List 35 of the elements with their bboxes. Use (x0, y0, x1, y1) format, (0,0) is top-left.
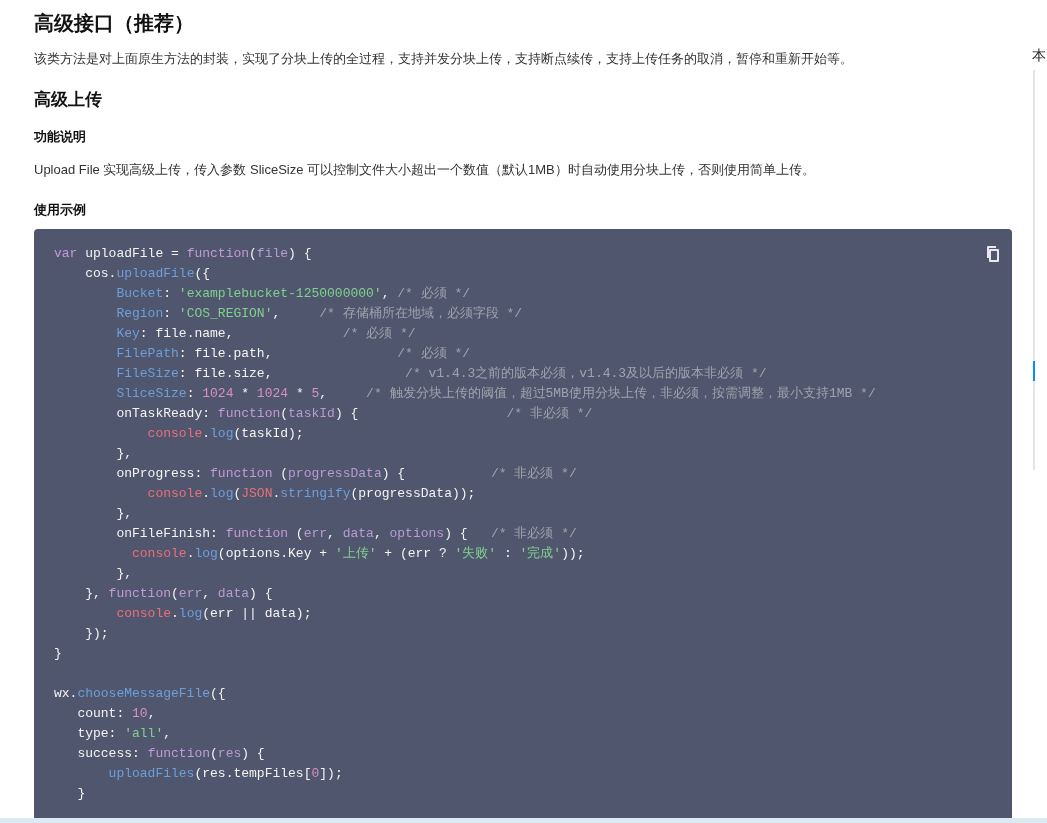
code-line: success: function(res) { (76, 745, 265, 763)
code-line: console.log(taskId); (146, 425, 304, 443)
code-line: FilePath: file.path, /* 必须 */ (115, 345, 471, 363)
section-heading: 高级上传 (34, 89, 103, 111)
page-heading: 高级接口（推荐） (34, 11, 195, 36)
code-line: }); (84, 625, 109, 643)
code-line: Key: file.name, /* 必须 */ (115, 325, 416, 343)
code-line: type: 'all', (76, 725, 172, 743)
code-line: var uploadFile = function(file) { (54, 245, 312, 263)
code-line: }, (115, 505, 132, 523)
code-line: console.log(JSON.stringify(progressData)); (146, 485, 476, 503)
code-line: }, function(err, data) { (84, 585, 273, 603)
intro-paragraph: 该类方法是对上面原生方法的封装，实现了分块上传的全过程，支持并发分块上传，支持断点续传，支持上传任务的取消，暂停和重新开始等。 (34, 50, 854, 68)
code-line: onFileFinish: function (err, data, options) { /* 非必须 */ (115, 525, 577, 543)
code-line: }, (115, 445, 132, 463)
code-line: } (76, 785, 86, 803)
feature-paragraph: Upload File 实现高级上传，传入参数 SliceSize 可以控制文件大小超出一个数值（默认1MB）时自动使用分块上传，否则使用简单上传。 (34, 161, 816, 179)
subheading: 功能说明 (34, 128, 87, 146)
code-line: SliceSize: 1024 * 1024 * 5, /* 触发分块上传的阈值，超过5MB使用分块上传，非必须，按需调整，最小支持1MB */ (115, 385, 876, 403)
code-line: console.log(err || data); (115, 605, 312, 623)
code-line: onTaskReady: function(taskId) { /* 非必须 */ (115, 405, 593, 423)
subheading: 使用示例 (34, 201, 87, 219)
code-line: wx.chooseMessageFile({ (54, 685, 226, 703)
code-line: }, (115, 565, 132, 583)
code-line: console.log(options.Key + '上传' + (err ? '失败' : '完成')); (131, 545, 585, 563)
code-line: Bucket: 'examplebucket-1250000000', /* 必须 */ (115, 285, 471, 303)
copy-icon[interactable] (985, 246, 999, 262)
code-line: onProgress: function (progressData) { /* 非必须 */ (115, 465, 577, 483)
code-line: FileSize: file.size, /* v1.4.3之前的版本必须，v1.4.3及以后的版本非必须 */ (115, 365, 767, 383)
code-line: uploadFiles(res.tempFiles[0]); (107, 765, 343, 783)
code-line: } (54, 645, 62, 663)
code-line: count: 10, (76, 705, 156, 723)
code-line: cos.uploadFile({ (84, 265, 211, 283)
toc-heading: 本 (1032, 46, 1047, 65)
code-line: Region: 'COS_REGION', /* 存储桶所在地域，必须字段 */ (115, 305, 523, 323)
